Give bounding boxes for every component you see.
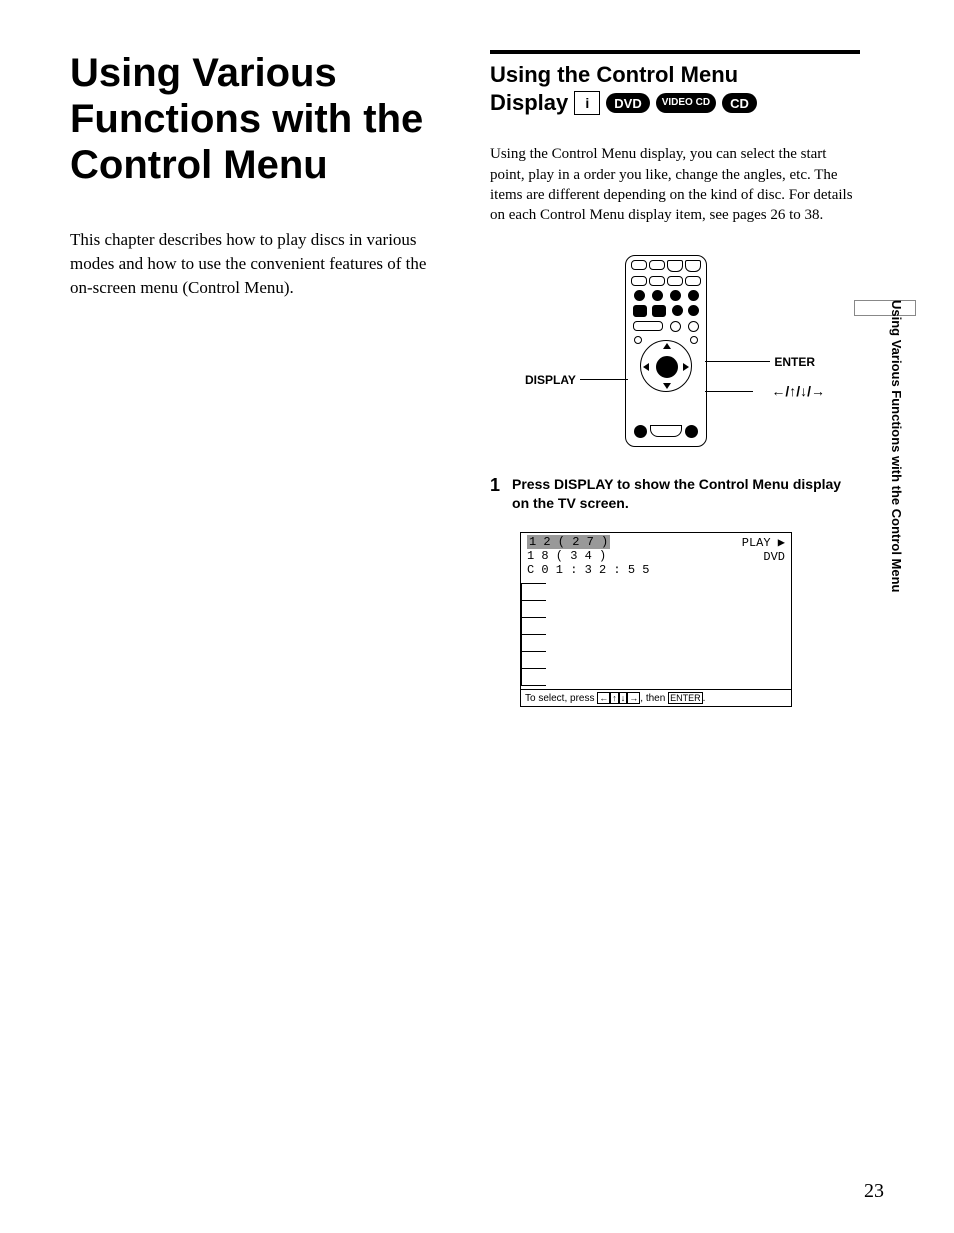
remote-icon-badge: i xyxy=(574,91,600,115)
page-number: 23 xyxy=(864,1180,884,1203)
label-enter: ENTER xyxy=(774,355,815,369)
label-display: DISPLAY xyxy=(525,373,576,387)
side-tab-box xyxy=(854,300,916,316)
step-1: 1 Press DISPLAY to show the Control Menu… xyxy=(490,475,860,511)
remote-figure: DISPLAY ENTER ←/↑/↓/→ xyxy=(525,255,825,455)
section-sub-label: Display xyxy=(490,90,568,116)
section-body: Using the Control Menu display, you can … xyxy=(490,144,860,225)
chapter-intro: This chapter describes how to play discs… xyxy=(70,228,450,299)
label-arrows: ←/↑/↓/→ xyxy=(771,383,825,399)
step-1-number: 1 xyxy=(490,475,500,511)
osd-hdr: 1 2 ( 2 7 ) xyxy=(527,535,610,549)
osd-hint: To select, press ←↑↓→, then ENTER. xyxy=(521,689,791,706)
section-subtitle-row: Display i DVD VIDEO CD CD xyxy=(490,90,860,116)
step-1-text: Press DISPLAY to show the Control Menu d… xyxy=(512,475,860,511)
osd-screenshot: 1 2 ( 2 7 ) 1 8 ( 3 4 ) C 0 1 : 3 2 : 5 … xyxy=(520,532,792,707)
section-rule xyxy=(490,50,860,54)
video-cd-badge: VIDEO CD xyxy=(656,93,716,113)
osd-line2: 1 8 ( 3 4 ) xyxy=(527,549,649,563)
dvd-badge: DVD xyxy=(606,93,649,113)
chapter-title: Using Various Functions with the Control… xyxy=(70,50,450,188)
section-title: Using the Control Menu xyxy=(490,62,860,88)
osd-dvd: DVD xyxy=(742,550,785,564)
osd-menu-rows xyxy=(521,583,791,686)
osd-line3: C 0 1 : 3 2 : 5 5 xyxy=(527,563,649,577)
dpad-icon xyxy=(640,340,692,392)
osd-play: PLAY ▶ xyxy=(742,535,785,550)
cd-badge: CD xyxy=(722,93,757,113)
side-tab: Using Various Functions with the Control… xyxy=(889,300,904,593)
